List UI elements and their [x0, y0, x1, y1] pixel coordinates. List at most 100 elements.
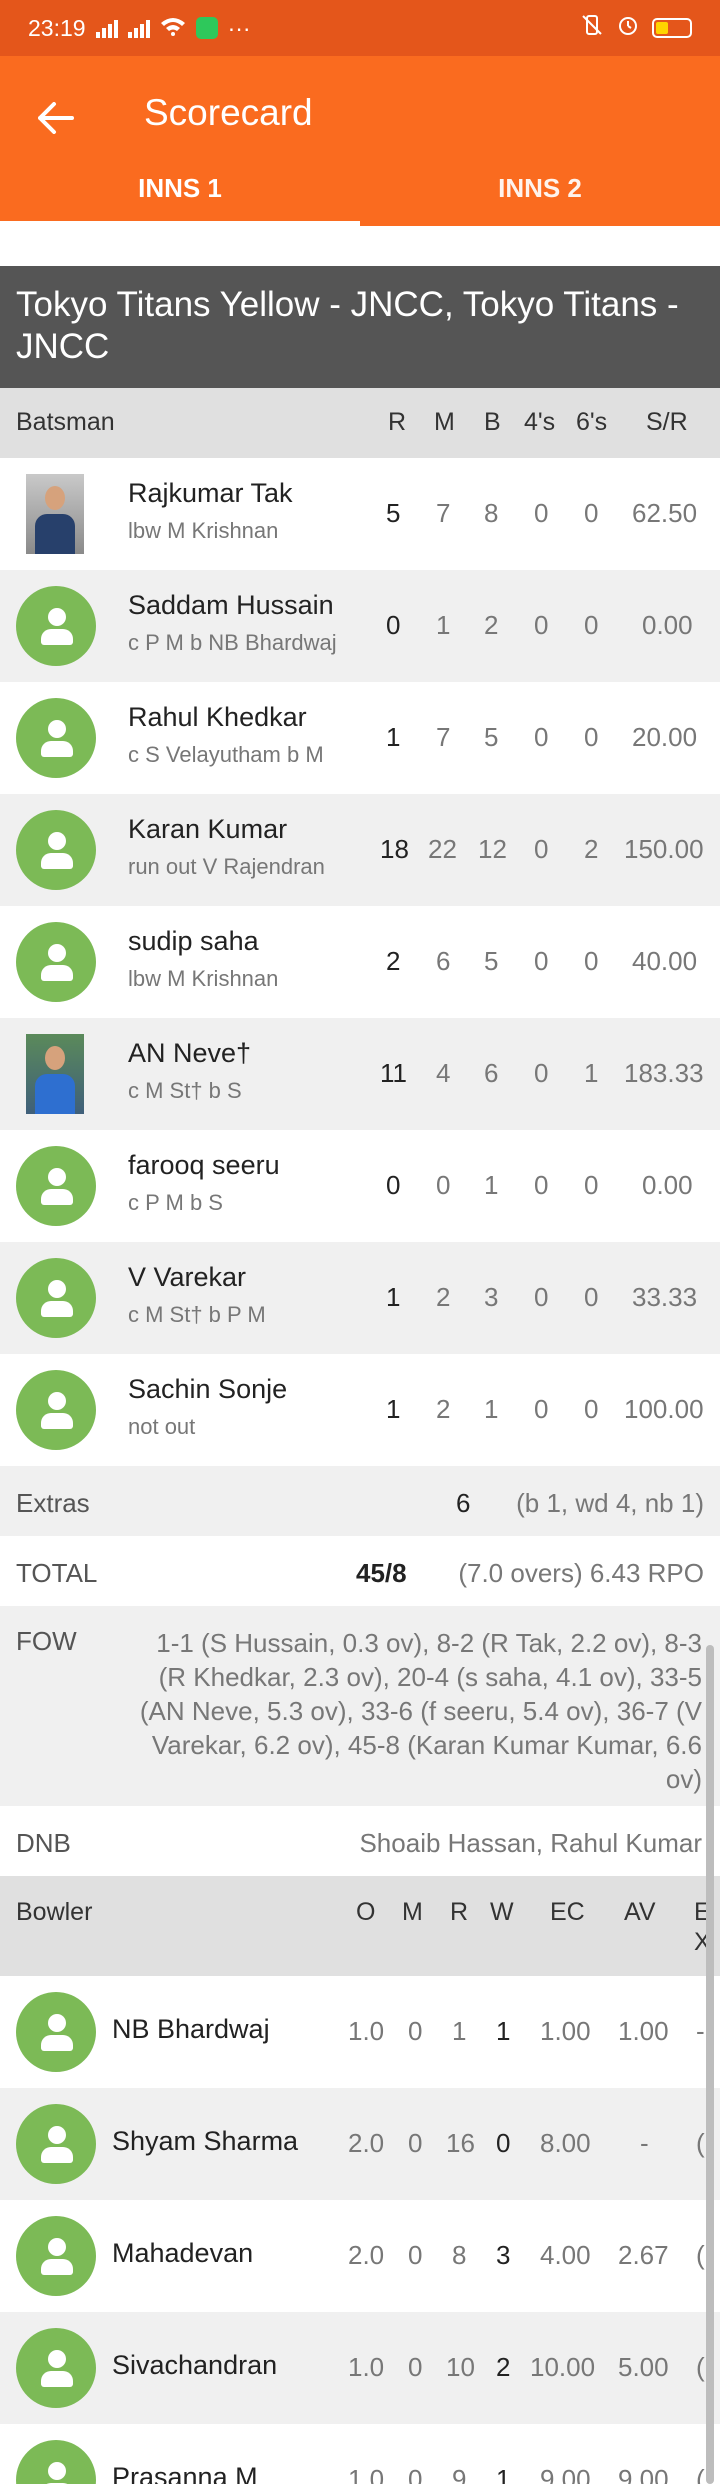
mute-vibrate-icon	[580, 13, 604, 43]
col-overs: O	[356, 1898, 376, 1926]
fow-line: (AN Neve, 5.3 ov), 33-6 (f seeru, 5.4 ov…	[139, 1696, 702, 1726]
batsman-name: Karan Kumar	[128, 814, 288, 844]
minutes: 7	[436, 498, 451, 528]
sixes: 0	[584, 1170, 599, 1200]
batsman-name: sudip saha	[128, 926, 259, 956]
batsman-name: Saddam Hussain	[128, 590, 334, 620]
wickets: 2	[496, 2352, 511, 2382]
avatar-icon	[16, 2104, 96, 2184]
minutes: 6	[436, 946, 451, 976]
extras: (	[696, 2128, 705, 2158]
overs: 1.0	[348, 2352, 385, 2382]
extras: (	[696, 2240, 705, 2270]
dismissal: c M St† b S	[128, 1078, 242, 1103]
dismissal: run out V Rajendran	[128, 854, 325, 879]
fours: 0	[534, 1394, 549, 1424]
sixes: 2	[584, 834, 599, 864]
fow-text: 1-1 (S Hussain, 0.3 ov), 8-2 (R Tak, 2.2…	[82, 1626, 702, 1796]
bowler-row[interactable]: Prasanna M 1.0 0 9 1 9.00 9.00 (	[0, 2424, 720, 2484]
fours: 0	[534, 498, 549, 528]
strike-rate: 20.00	[632, 722, 698, 752]
runs: 1	[386, 1282, 401, 1312]
avatar-icon	[16, 2216, 96, 2296]
bowler-row[interactable]: Sivachandran 1.0 0 10 2 10.00 5.00 (	[0, 2312, 720, 2424]
tab-inns-1[interactable]: INNS 1	[0, 174, 360, 226]
bowler-row[interactable]: NB Bhardwaj 1.0 0 1 1 1.00 1.00 -	[0, 1976, 720, 2088]
dismissal: c P M b S	[128, 1190, 223, 1215]
strike-rate: 0.00	[642, 1170, 693, 1200]
wickets: 3	[496, 2240, 511, 2270]
fours: 0	[534, 834, 549, 864]
maidens: 0	[408, 2128, 423, 2158]
strike-rate: 40.00	[632, 946, 698, 976]
strike-rate: 62.50	[632, 498, 698, 528]
back-button[interactable]	[32, 94, 80, 142]
col-wickets: W	[490, 1898, 514, 1926]
average: 1.00	[618, 2016, 669, 2046]
fow-label: FOW	[16, 1626, 77, 1656]
batsman-row[interactable]: Karan Kumar run out V Rajendran 18 22 12…	[0, 794, 720, 906]
total-row: TOTAL 45/8 (7.0 overs) 6.43 RPO	[0, 1536, 720, 1606]
bowler-row[interactable]: Mahadevan 2.0 0 8 3 4.00 2.67 (	[0, 2200, 720, 2312]
col-runs: R	[450, 1898, 469, 1926]
avatar-icon	[16, 2328, 96, 2408]
runs: 1	[386, 1394, 401, 1424]
col-minutes: M	[434, 408, 455, 436]
arrow-left-icon	[38, 102, 74, 134]
tab-inns-2[interactable]: INNS 2	[360, 174, 720, 226]
fours: 0	[534, 722, 549, 752]
balls: 5	[484, 722, 499, 752]
batsman-name: farooq seeru	[128, 1150, 280, 1180]
total-score: 45/8	[356, 1558, 407, 1588]
player-photo	[26, 1034, 84, 1114]
total-label: TOTAL	[16, 1558, 98, 1588]
balls: 8	[484, 498, 499, 528]
batsman-row[interactable]: Rajkumar Tak lbw M Krishnan 5 7 8 0 0 62…	[0, 458, 720, 570]
minutes: 2	[436, 1394, 451, 1424]
avatar-icon	[16, 698, 96, 778]
batsman-row[interactable]: Saddam Hussain c P M b NB Bhardwaj 0 1 2…	[0, 570, 720, 682]
player-photo	[26, 474, 84, 554]
bowler-row[interactable]: Shyam Sharma 2.0 0 16 0 8.00 - (	[0, 2088, 720, 2200]
fours: 0	[534, 1058, 549, 1088]
scrollbar[interactable]	[706, 1645, 714, 2484]
batsman-row[interactable]: V Varekar c M St† b P M 1 2 3 0 0 33.33	[0, 1242, 720, 1354]
runs: 10	[446, 2352, 475, 2382]
alarm-icon	[616, 13, 640, 43]
col-runs: R	[388, 408, 407, 436]
average: 9.00	[618, 2464, 669, 2484]
battery-icon	[652, 18, 692, 38]
runs: 1	[452, 2016, 467, 2046]
runs: 1	[386, 722, 401, 752]
whatsapp-icon	[195, 17, 218, 39]
dismissal: c P M b NB Bhardwaj	[128, 630, 337, 655]
batsman-name: AN Neve†	[128, 1038, 252, 1068]
batsman-row[interactable]: farooq seeru c P M b S 0 0 1 0 0 0.00	[0, 1130, 720, 1242]
minutes: 2	[436, 1282, 451, 1312]
avatar-icon	[16, 1992, 96, 2072]
runs: 0	[386, 1170, 401, 1200]
avatar-icon	[16, 922, 96, 1002]
fours: 0	[534, 610, 549, 640]
batsman-row[interactable]: Rahul Khedkar c S Velayutham b M 1 7 5 0…	[0, 682, 720, 794]
wickets: 0	[496, 2128, 511, 2158]
col-bowler: Bowler	[16, 1898, 93, 1926]
sixes: 0	[584, 1282, 599, 1312]
extras-label: Extras	[16, 1488, 90, 1518]
status-bar: 23:19 ···	[0, 0, 720, 56]
economy: 10.00	[530, 2352, 596, 2382]
batsman-row[interactable]: sudip saha lbw M Krishnan 2 6 5 0 0 40.0…	[0, 906, 720, 1018]
batsman-name: Rahul Khedkar	[128, 702, 307, 732]
wickets: 1	[496, 2464, 511, 2484]
col-average: AV	[624, 1898, 656, 1926]
runs: 9	[452, 2464, 467, 2484]
batsman-row[interactable]: AN Neve† c M St† b S 11 4 6 0 1 183.33	[0, 1018, 720, 1130]
batsman-row[interactable]: Sachin Sonje not out 1 2 1 0 0 100.00	[0, 1354, 720, 1466]
batting-table-header: Batsman R M B 4's 6's S/R	[0, 388, 720, 458]
minutes: 0	[436, 1170, 451, 1200]
runs: 5	[386, 498, 401, 528]
extras-total: 6	[456, 1488, 471, 1518]
average: 2.67	[618, 2240, 669, 2270]
col-economy: EC	[550, 1898, 585, 1926]
total-detail: (7.0 overs) 6.43 RPO	[458, 1558, 704, 1588]
